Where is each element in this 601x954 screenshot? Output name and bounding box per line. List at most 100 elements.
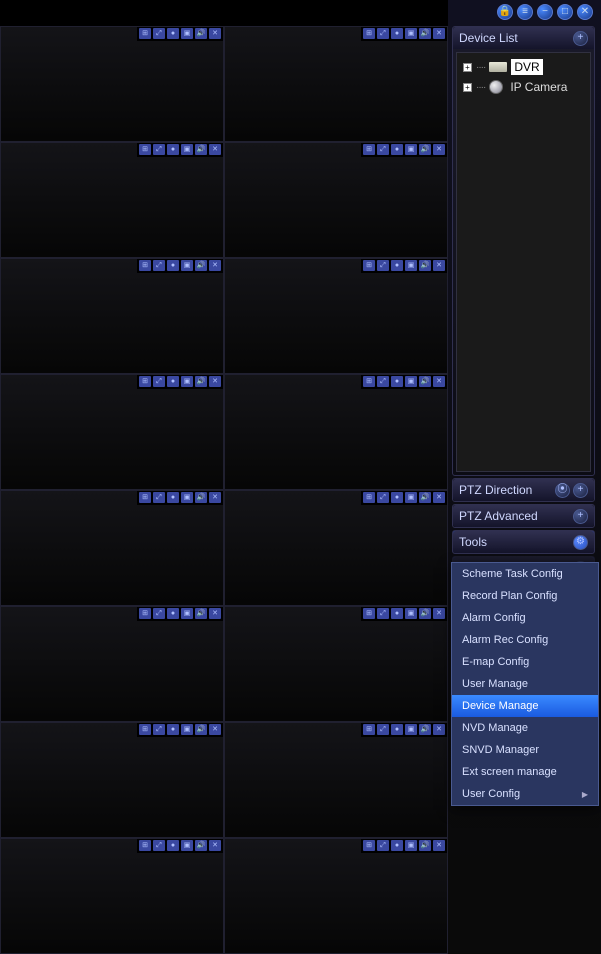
cell-snapshot-icon[interactable]: ▣ — [405, 608, 417, 619]
cell-close-icon[interactable]: ✕ — [433, 492, 445, 503]
cell-audio-icon[interactable]: 🔊 — [195, 260, 207, 271]
cell-expand-icon[interactable]: ⤢ — [153, 28, 165, 39]
ptz-advanced-header[interactable]: PTZ Advanced + — [453, 505, 594, 527]
menu-icon[interactable]: ≡ — [517, 4, 533, 20]
cell-expand-icon[interactable]: ⤢ — [377, 492, 389, 503]
video-cell[interactable]: ⊞ ⤢ ● ▣ 🔊 ✕ — [0, 490, 224, 606]
cell-grid-icon[interactable]: ⊞ — [363, 608, 375, 619]
cell-grid-icon[interactable]: ⊞ — [363, 724, 375, 735]
cell-record-icon[interactable]: ● — [391, 492, 403, 503]
cell-grid-icon[interactable]: ⊞ — [363, 260, 375, 271]
video-cell[interactable]: ⊞ ⤢ ● ▣ 🔊 ✕ — [224, 258, 448, 374]
video-cell[interactable]: ⊞ ⤢ ● ▣ 🔊 ✕ — [224, 142, 448, 258]
video-cell[interactable]: ⊞ ⤢ ● ▣ 🔊 ✕ — [0, 606, 224, 722]
cell-audio-icon[interactable]: 🔊 — [195, 376, 207, 387]
cell-expand-icon[interactable]: ⤢ — [377, 608, 389, 619]
cell-grid-icon[interactable]: ⊞ — [139, 724, 151, 735]
cell-record-icon[interactable]: ● — [391, 724, 403, 735]
popup-item-alarm-rec[interactable]: Alarm Rec Config — [452, 629, 598, 651]
popup-item-user-config[interactable]: User Config ▶ — [452, 783, 598, 805]
video-cell[interactable]: ⊞ ⤢ ● ▣ 🔊 ✕ — [0, 838, 224, 954]
cell-grid-icon[interactable]: ⊞ — [363, 28, 375, 39]
cell-expand-icon[interactable]: ⤢ — [153, 840, 165, 851]
cell-snapshot-icon[interactable]: ▣ — [405, 144, 417, 155]
cell-grid-icon[interactable]: ⊞ — [139, 144, 151, 155]
cell-audio-icon[interactable]: 🔊 — [419, 724, 431, 735]
video-cell[interactable]: ⊞ ⤢ ● ▣ 🔊 ✕ — [0, 374, 224, 490]
expand-icon[interactable]: + — [463, 63, 472, 72]
cell-expand-icon[interactable]: ⤢ — [153, 492, 165, 503]
cell-snapshot-icon[interactable]: ▣ — [181, 144, 193, 155]
popup-item-ext-screen[interactable]: Ext screen manage — [452, 761, 598, 783]
cell-close-icon[interactable]: ✕ — [209, 260, 221, 271]
video-cell[interactable]: ⊞ ⤢ ● ▣ 🔊 ✕ — [0, 142, 224, 258]
cell-close-icon[interactable]: ✕ — [209, 840, 221, 851]
cell-expand-icon[interactable]: ⤢ — [153, 608, 165, 619]
maximize-icon[interactable]: □ — [557, 4, 573, 20]
cell-snapshot-icon[interactable]: ▣ — [405, 724, 417, 735]
cell-snapshot-icon[interactable]: ▣ — [181, 492, 193, 503]
cell-expand-icon[interactable]: ⤢ — [377, 260, 389, 271]
video-cell[interactable]: ⊞ ⤢ ● ▣ 🔊 ✕ — [224, 374, 448, 490]
popup-item-record-plan[interactable]: Record Plan Config — [452, 585, 598, 607]
cell-audio-icon[interactable]: 🔊 — [195, 28, 207, 39]
cell-record-icon[interactable]: ● — [391, 260, 403, 271]
cell-close-icon[interactable]: ✕ — [433, 724, 445, 735]
minimize-icon[interactable]: − — [537, 4, 553, 20]
popup-item-emap[interactable]: E-map Config — [452, 651, 598, 673]
cell-close-icon[interactable]: ✕ — [209, 28, 221, 39]
cell-snapshot-icon[interactable]: ▣ — [405, 376, 417, 387]
cell-snapshot-icon[interactable]: ▣ — [181, 840, 193, 851]
cell-snapshot-icon[interactable]: ▣ — [405, 260, 417, 271]
cell-close-icon[interactable]: ✕ — [433, 840, 445, 851]
video-cell[interactable]: ⊞ ⤢ ● ▣ 🔊 ✕ — [0, 722, 224, 838]
cell-expand-icon[interactable]: ⤢ — [377, 376, 389, 387]
cell-audio-icon[interactable]: 🔊 — [195, 144, 207, 155]
lock-icon[interactable]: 🔒 — [497, 4, 513, 20]
expand-icon[interactable]: + — [463, 83, 472, 92]
cell-grid-icon[interactable]: ⊞ — [139, 840, 151, 851]
cell-record-icon[interactable]: ● — [391, 608, 403, 619]
cell-record-icon[interactable]: ● — [167, 724, 179, 735]
cell-record-icon[interactable]: ● — [391, 376, 403, 387]
cell-grid-icon[interactable]: ⊞ — [363, 492, 375, 503]
cell-close-icon[interactable]: ✕ — [209, 492, 221, 503]
cell-expand-icon[interactable]: ⤢ — [153, 144, 165, 155]
device-tree-node-ipcam[interactable]: + ···· IP Camera — [461, 77, 586, 97]
cell-record-icon[interactable]: ● — [391, 28, 403, 39]
cell-record-icon[interactable]: ● — [391, 840, 403, 851]
cell-snapshot-icon[interactable]: ▣ — [181, 376, 193, 387]
video-cell[interactable]: ⊞ ⤢ ● ▣ 🔊 ✕ — [224, 26, 448, 142]
cell-record-icon[interactable]: ● — [391, 144, 403, 155]
device-list-header[interactable]: Device List + — [453, 27, 594, 49]
cell-close-icon[interactable]: ✕ — [433, 260, 445, 271]
device-tree-node-dvr[interactable]: + ···· DVR — [461, 57, 586, 77]
cell-grid-icon[interactable]: ⊞ — [363, 376, 375, 387]
cell-record-icon[interactable]: ● — [167, 376, 179, 387]
cell-expand-icon[interactable]: ⤢ — [153, 260, 165, 271]
ptz-adv-expand-icon[interactable]: + — [573, 509, 588, 524]
cell-audio-icon[interactable]: 🔊 — [195, 608, 207, 619]
popup-item-user-manage[interactable]: User Manage — [452, 673, 598, 695]
ptz-target-icon[interactable]: ⦿ — [555, 483, 570, 498]
cell-grid-icon[interactable]: ⊞ — [363, 840, 375, 851]
cell-expand-icon[interactable]: ⤢ — [377, 724, 389, 735]
popup-item-snvd-manager[interactable]: SNVD Manager — [452, 739, 598, 761]
cell-expand-icon[interactable]: ⤢ — [377, 28, 389, 39]
video-cell[interactable]: ⊞ ⤢ ● ▣ 🔊 ✕ — [224, 838, 448, 954]
video-cell[interactable]: ⊞ ⤢ ● ▣ 🔊 ✕ — [0, 26, 224, 142]
cell-close-icon[interactable]: ✕ — [433, 376, 445, 387]
cell-audio-icon[interactable]: 🔊 — [419, 840, 431, 851]
cell-close-icon[interactable]: ✕ — [209, 376, 221, 387]
cell-grid-icon[interactable]: ⊞ — [139, 260, 151, 271]
cell-record-icon[interactable]: ● — [167, 260, 179, 271]
close-icon[interactable]: ✕ — [577, 4, 593, 20]
cell-audio-icon[interactable]: 🔊 — [195, 492, 207, 503]
cell-audio-icon[interactable]: 🔊 — [195, 840, 207, 851]
cell-grid-icon[interactable]: ⊞ — [139, 28, 151, 39]
video-cell[interactable]: ⊞ ⤢ ● ▣ 🔊 ✕ — [224, 606, 448, 722]
video-cell[interactable]: ⊞ ⤢ ● ▣ 🔊 ✕ — [224, 722, 448, 838]
gear-icon[interactable]: ⚙ — [573, 535, 588, 550]
popup-item-scheme-task[interactable]: Scheme Task Config — [452, 563, 598, 585]
cell-close-icon[interactable]: ✕ — [433, 28, 445, 39]
